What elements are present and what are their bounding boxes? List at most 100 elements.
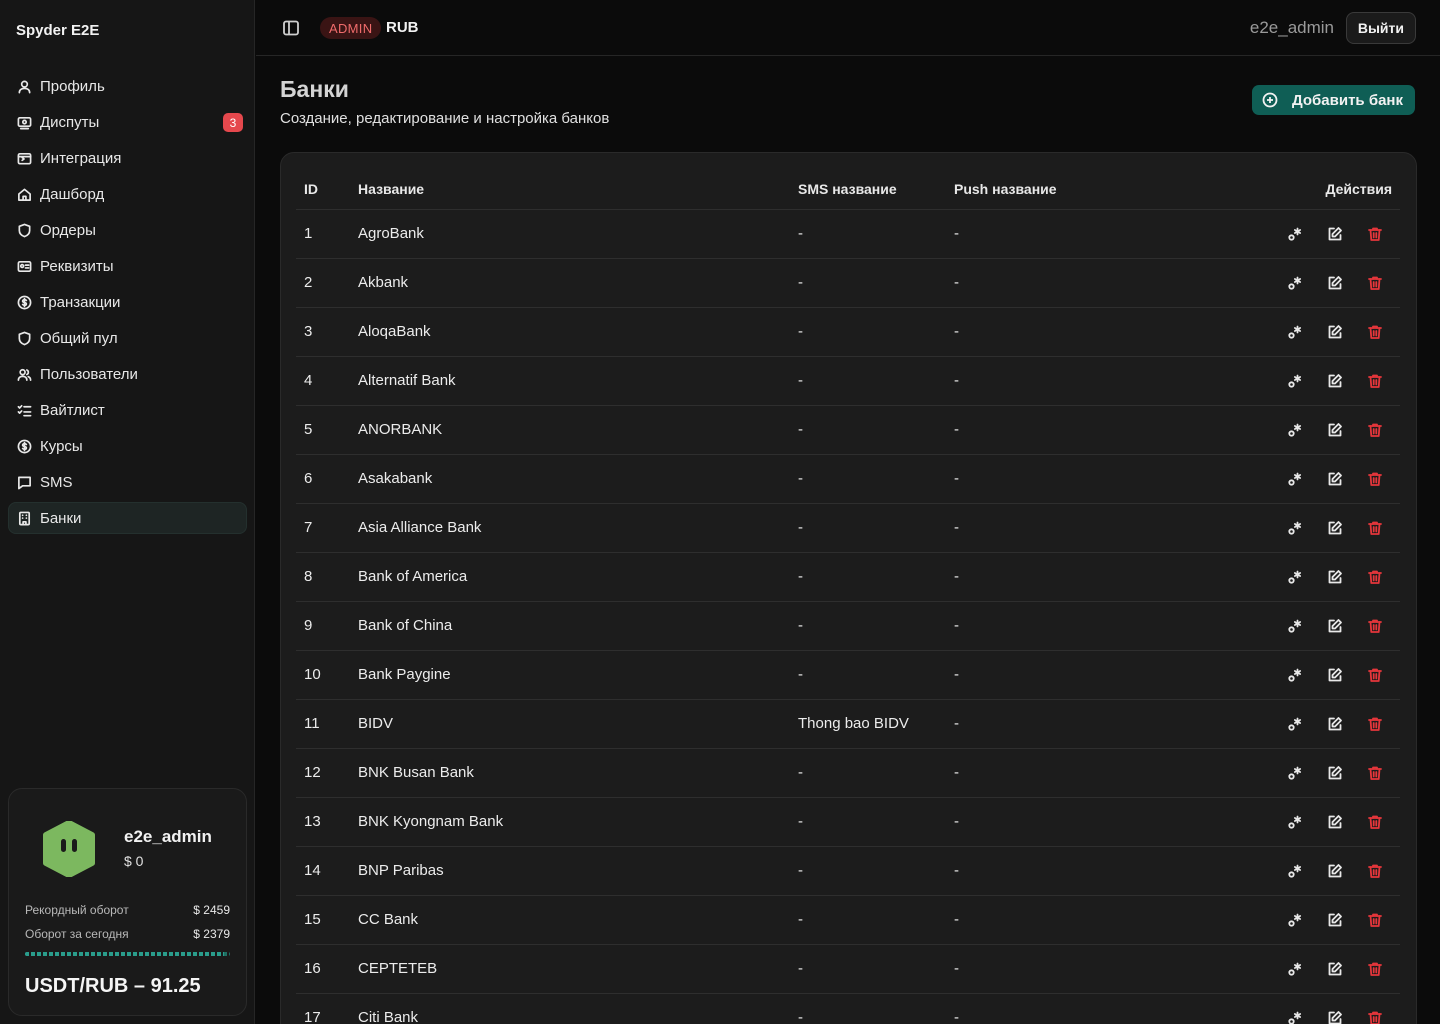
- sidebar-item-0[interactable]: Профиль: [8, 70, 247, 102]
- trash-icon[interactable]: [1366, 862, 1384, 880]
- edit-icon[interactable]: [1326, 715, 1344, 733]
- key-settings-icon[interactable]: [1286, 225, 1304, 243]
- cell-id: 5: [296, 405, 350, 455]
- edit-icon[interactable]: [1326, 568, 1344, 586]
- key-settings-icon[interactable]: [1286, 617, 1304, 635]
- edit-icon[interactable]: [1326, 323, 1344, 341]
- edit-icon[interactable]: [1326, 617, 1344, 635]
- trash-icon[interactable]: [1366, 1009, 1384, 1024]
- sidebar-item-3[interactable]: Дашборд: [8, 178, 247, 210]
- cell-id: 7: [296, 503, 350, 553]
- sidebar-item-7[interactable]: Общий пул: [8, 322, 247, 354]
- edit-icon[interactable]: [1326, 372, 1344, 390]
- cell-push-name: -: [946, 601, 1240, 651]
- cell-sms-name: -: [790, 258, 946, 308]
- key-settings-icon[interactable]: [1286, 421, 1304, 439]
- trash-icon[interactable]: [1366, 323, 1384, 341]
- key-settings-icon[interactable]: [1286, 372, 1304, 390]
- cell-id: 13: [296, 797, 350, 847]
- cell-push-name: -: [946, 650, 1240, 700]
- trash-icon[interactable]: [1366, 813, 1384, 831]
- cell-name: AgroBank: [350, 209, 790, 259]
- sidebar-item-label: Ордеры: [40, 221, 96, 239]
- trash-icon[interactable]: [1366, 960, 1384, 978]
- trash-icon[interactable]: [1366, 421, 1384, 439]
- trash-icon[interactable]: [1366, 666, 1384, 684]
- trash-icon[interactable]: [1366, 519, 1384, 537]
- edit-icon[interactable]: [1326, 911, 1344, 929]
- edit-icon[interactable]: [1326, 274, 1344, 292]
- trash-icon[interactable]: [1366, 568, 1384, 586]
- record-turnover-label: Рекордный оборот: [25, 903, 129, 917]
- table-row: 10 Bank Paygine - -: [296, 650, 1400, 700]
- key-settings-icon[interactable]: [1286, 519, 1304, 537]
- trash-icon[interactable]: [1366, 225, 1384, 243]
- topbar: ADMIN RUB e2e_admin Выйти: [256, 0, 1440, 56]
- sidebar-item-1[interactable]: Диспуты 3: [8, 106, 247, 138]
- main-content: Банки Создание, редактирование и настрой…: [256, 56, 1440, 1024]
- key-settings-icon[interactable]: [1286, 470, 1304, 488]
- cell-actions: [1240, 748, 1400, 798]
- key-settings-icon[interactable]: [1286, 274, 1304, 292]
- edit-icon[interactable]: [1326, 470, 1344, 488]
- user-name: e2e_admin: [124, 827, 212, 846]
- key-settings-icon[interactable]: [1286, 715, 1304, 733]
- edit-icon[interactable]: [1326, 421, 1344, 439]
- edit-icon[interactable]: [1326, 1009, 1344, 1024]
- brand-title: Spyder E2E: [16, 22, 100, 39]
- sidebar-toggle-icon[interactable]: [282, 19, 300, 37]
- trash-icon[interactable]: [1366, 274, 1384, 292]
- table-row: 3 AloqaBank - -: [296, 307, 1400, 357]
- banks-table: ID Название SMS название Push название Д…: [296, 169, 1400, 1024]
- cell-push-name: -: [946, 552, 1240, 602]
- sidebar-item-2[interactable]: Интеграция: [8, 142, 247, 174]
- edit-icon[interactable]: [1326, 862, 1344, 880]
- key-settings-icon[interactable]: [1286, 568, 1304, 586]
- edit-icon[interactable]: [1326, 813, 1344, 831]
- edit-icon[interactable]: [1326, 960, 1344, 978]
- key-settings-icon[interactable]: [1286, 911, 1304, 929]
- trash-icon[interactable]: [1366, 715, 1384, 733]
- sidebar: Spyder E2E Профиль Диспуты 3 Интеграция Дашб…: [0, 0, 255, 1024]
- edit-icon[interactable]: [1326, 225, 1344, 243]
- trash-icon[interactable]: [1366, 372, 1384, 390]
- cell-sms-name: -: [790, 405, 946, 455]
- key-settings-icon[interactable]: [1286, 1009, 1304, 1024]
- table-row: 16 CEPTETEB - -: [296, 944, 1400, 994]
- turnover-progress-fill: [25, 952, 224, 956]
- key-settings-icon[interactable]: [1286, 960, 1304, 978]
- trash-icon[interactable]: [1366, 617, 1384, 635]
- cell-id: 17: [296, 993, 350, 1024]
- sidebar-item-10[interactable]: Курсы: [8, 430, 247, 462]
- key-settings-icon[interactable]: [1286, 813, 1304, 831]
- trash-icon[interactable]: [1366, 470, 1384, 488]
- page-title: Банки: [280, 76, 349, 102]
- sidebar-item-9[interactable]: Вайтлист: [8, 394, 247, 426]
- key-settings-icon[interactable]: [1286, 666, 1304, 684]
- sidebar-item-6[interactable]: Транзакции: [8, 286, 247, 318]
- sidebar-item-12[interactable]: Банки: [8, 502, 247, 534]
- edit-icon[interactable]: [1326, 666, 1344, 684]
- record-turnover-value: $ 2459: [193, 903, 230, 917]
- add-bank-button[interactable]: Добавить банк: [1252, 85, 1415, 115]
- trash-icon[interactable]: [1366, 764, 1384, 782]
- sidebar-item-5[interactable]: Реквизиты: [8, 250, 247, 282]
- trash-icon[interactable]: [1366, 911, 1384, 929]
- cell-sms-name: -: [790, 601, 946, 651]
- cell-sms-name: -: [790, 993, 946, 1024]
- sidebar-item-4[interactable]: Ордеры: [8, 214, 247, 246]
- table-row: 13 BNK Kyongnam Bank - -: [296, 797, 1400, 847]
- logout-button[interactable]: Выйти: [1345, 12, 1416, 44]
- edit-icon[interactable]: [1326, 764, 1344, 782]
- sidebar-item-label: Реквизиты: [40, 257, 114, 275]
- key-settings-icon[interactable]: [1286, 862, 1304, 880]
- topbar-username: e2e_admin: [1249, 18, 1334, 37]
- sidebar-item-8[interactable]: Пользователи: [8, 358, 247, 390]
- sidebar-item-11[interactable]: SMS: [8, 466, 247, 498]
- edit-icon[interactable]: [1326, 519, 1344, 537]
- id-card-icon: [16, 258, 32, 274]
- key-settings-icon[interactable]: [1286, 764, 1304, 782]
- key-settings-icon[interactable]: [1286, 323, 1304, 341]
- sidebar-item-label: Банки: [40, 509, 82, 527]
- sidebar-item-label: SMS: [40, 473, 73, 491]
